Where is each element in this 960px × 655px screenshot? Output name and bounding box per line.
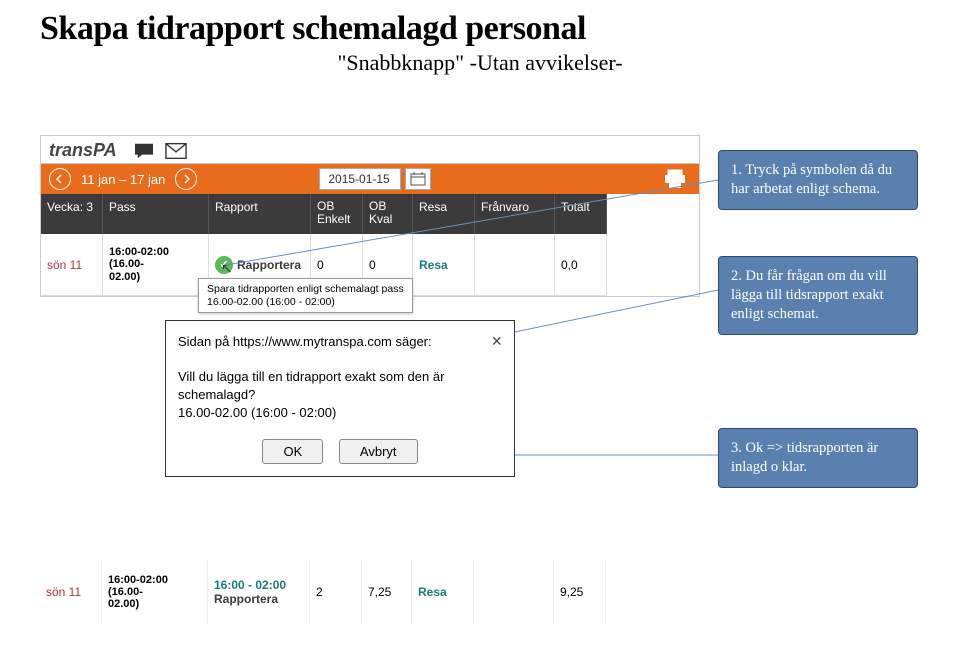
next-week-button[interactable]	[175, 168, 197, 190]
cell-day: sön 11	[41, 234, 103, 295]
res-totalt: 9,25	[554, 560, 606, 624]
tooltip: Spara tidrapporten enligt schemalagt pas…	[198, 278, 413, 313]
note-1: 1. Tryck på symbolen då du har arbetat e…	[718, 150, 918, 210]
col-report: Rapport	[209, 194, 311, 234]
cell-franvaro	[475, 234, 555, 295]
res-ob-enkelt: 2	[310, 560, 362, 624]
print-icon[interactable]	[663, 169, 687, 189]
document-header: Skapa tidrapport schemalagd personal "Sn…	[0, 0, 960, 80]
dialog-header: Sidan på https://www.mytranspa.com säger…	[166, 321, 514, 358]
cell-pass: 16:00-02:00 (16.00- 02.00)	[103, 234, 209, 295]
page-title: Skapa tidrapport schemalagd personal	[40, 10, 920, 48]
date-input[interactable]	[319, 168, 401, 190]
cell-totalt: 0,0	[555, 234, 607, 295]
cell-resa[interactable]: Resa	[413, 234, 475, 295]
cursor-icon: ↖	[221, 260, 233, 277]
orange-toolbar: 11 jan – 17 jan	[41, 164, 699, 194]
report-link[interactable]: Rapportera	[237, 258, 301, 272]
col-week: Vecka: 3	[41, 194, 103, 234]
result-row: sön 11 16:00-02:00 (16.00- 02.00) 16:00 …	[40, 560, 700, 624]
col-franvaro: Frånvaro	[475, 194, 555, 234]
col-pass: Pass	[103, 194, 209, 234]
confirm-dialog: Sidan på https://www.mytranspa.com säger…	[165, 320, 515, 477]
mail-icon[interactable]	[165, 142, 187, 160]
chat-icon[interactable]	[133, 142, 155, 160]
app-window: transPA 11 jan – 17 jan Vecka: 3 Pass Ra…	[40, 135, 700, 297]
res-report[interactable]: 16:00 - 02:00 Rapportera	[208, 560, 310, 624]
dialog-footer: OK Avbryt	[166, 433, 514, 476]
ok-button[interactable]: OK	[262, 439, 323, 464]
res-ob-kval: 7,25	[362, 560, 412, 624]
dialog-body: Vill du lägga till en tidrapport exakt s…	[166, 358, 514, 433]
cancel-button[interactable]: Avbryt	[339, 439, 418, 464]
note-3: 3. Ok => tidsrapporten är inlagd o klar.	[718, 428, 918, 488]
page-subtitle: "Snabbknapp" -Utan avvikelser-	[40, 50, 920, 76]
app-logo: transPA	[43, 138, 123, 163]
res-franvaro	[474, 560, 554, 624]
res-day: sön 11	[40, 560, 102, 624]
close-icon[interactable]: ×	[491, 331, 502, 352]
res-pass: 16:00-02:00 (16.00- 02.00)	[102, 560, 208, 624]
col-totalt: Totalt	[555, 194, 607, 234]
prev-week-button[interactable]	[49, 168, 71, 190]
col-resa: Resa	[413, 194, 475, 234]
app-topbar: transPA	[41, 136, 699, 164]
col-ob-enkelt: OBEnkelt	[311, 194, 363, 234]
col-ob-kval: OBKval	[363, 194, 413, 234]
calendar-button[interactable]	[405, 168, 431, 190]
res-resa[interactable]: Resa	[412, 560, 474, 624]
date-range-label: 11 jan – 17 jan	[81, 172, 165, 187]
note-2: 2. Du får frågan om du vill lägga till t…	[718, 256, 918, 335]
